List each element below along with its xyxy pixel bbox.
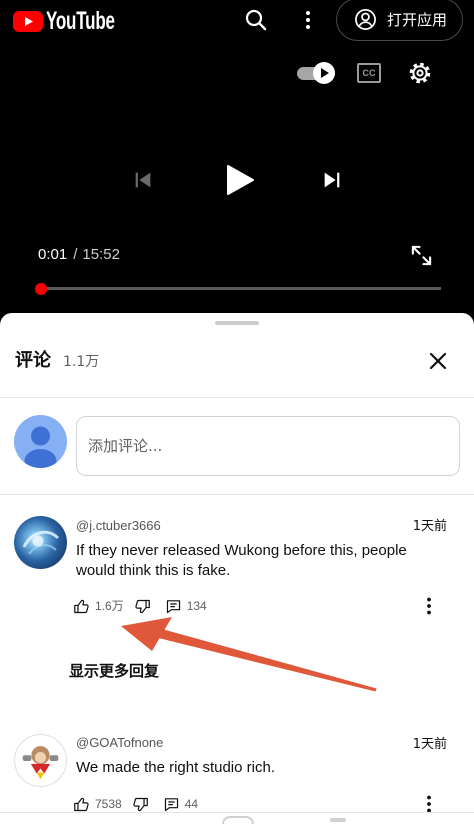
- comment-text: If they never released Wukong before thi…: [76, 542, 407, 579]
- sheet-drag-handle[interactable]: [215, 321, 259, 325]
- captions-icon[interactable]: CC: [357, 63, 381, 83]
- like-button[interactable]: 1.6万: [73, 597, 124, 615]
- comments-title: 评论: [15, 350, 51, 371]
- next-icon: [324, 172, 340, 188]
- progress-track[interactable]: [35, 282, 441, 295]
- comment-more-button[interactable]: [419, 794, 439, 814]
- current-time: 0:01: [38, 246, 68, 263]
- reply-count: 134: [186, 599, 207, 613]
- comment-more-button[interactable]: [419, 596, 439, 616]
- video-player[interactable]: CC 0:01 /15:52: [0, 47, 474, 347]
- reply-icon: [166, 599, 180, 613]
- open-app-label: 打开应用: [387, 11, 448, 29]
- fullscreen-button[interactable]: [410, 244, 433, 267]
- previous-button[interactable]: [132, 169, 154, 191]
- logo-text: YouTube: [46, 7, 115, 35]
- current-user-avatar: [14, 415, 67, 468]
- reply-button[interactable]: 44: [163, 795, 198, 813]
- comments-sheet: 评论 1.1万 @j.ctuber3666 1天前 If they never …: [0, 313, 474, 824]
- comment-time: 1天前: [412, 519, 447, 534]
- search-icon: [245, 9, 267, 31]
- comment-text: We made the right studio rich.: [76, 759, 275, 776]
- dislike-button[interactable]: [134, 597, 151, 615]
- next-button[interactable]: [321, 169, 343, 191]
- dislike-button[interactable]: [132, 795, 149, 813]
- comment-author[interactable]: @j.ctuber3666: [76, 517, 161, 535]
- play-button[interactable]: [224, 164, 256, 196]
- comment-author-avatar[interactable]: [14, 734, 67, 787]
- thumb-up-icon: [74, 797, 89, 811]
- close-button[interactable]: [428, 351, 448, 371]
- youtube-logo[interactable]: YouTube: [13, 7, 121, 37]
- composer-divider: [0, 494, 474, 495]
- more-options-button[interactable]: [298, 8, 318, 32]
- close-icon: [429, 352, 447, 370]
- more-vert-icon: [427, 597, 431, 615]
- previous-icon: [135, 172, 151, 188]
- comment-author-avatar[interactable]: [14, 516, 67, 569]
- top-bar: YouTube 打开应用: [0, 0, 474, 47]
- thumb-down-icon: [135, 599, 150, 613]
- header-divider: [0, 397, 474, 398]
- autoplay-toggle-icon[interactable]: [313, 62, 335, 84]
- fullscreen-icon: [411, 245, 432, 266]
- progress-scrubber[interactable]: [35, 282, 48, 295]
- comments-count: 1.1万: [63, 354, 100, 370]
- youtube-logo-icon: [13, 11, 43, 32]
- time-separator: /: [73, 246, 78, 263]
- thumb-down-icon: [133, 797, 148, 811]
- comment-input[interactable]: [76, 416, 460, 476]
- comment-time: 1天前: [412, 737, 447, 752]
- comment-author[interactable]: @GOATofnone: [76, 734, 163, 752]
- bottom-bar-partial-shape: [330, 818, 346, 822]
- more-vert-icon: [427, 795, 431, 813]
- time-display: 0:01 /15:52: [38, 245, 120, 265]
- bottom-bar-partial-circle: [222, 816, 254, 824]
- gear-icon: [409, 62, 431, 84]
- bottom-divider: [0, 812, 474, 813]
- account-icon: [354, 8, 377, 31]
- comment-item: @GOATofnone 1天前 We made the right studio…: [0, 734, 474, 816]
- comment-actions: 1.6万 134: [73, 597, 207, 615]
- comment-actions: 7538 44: [73, 795, 198, 813]
- reply-icon: [164, 797, 178, 811]
- like-button[interactable]: 7538: [73, 795, 122, 813]
- search-button[interactable]: [244, 8, 268, 32]
- comment-item: @j.ctuber3666 1天前 If they never released…: [0, 516, 474, 686]
- settings-button[interactable]: [408, 61, 432, 85]
- show-more-replies-button[interactable]: 显示更多回复: [69, 661, 159, 681]
- duration: 15:52: [82, 246, 120, 263]
- reply-count: 44: [184, 797, 199, 811]
- reply-button[interactable]: 134: [165, 597, 207, 615]
- open-app-button[interactable]: 打开应用: [336, 0, 463, 41]
- like-count: 7538: [95, 797, 122, 811]
- like-count: 1.6万: [95, 599, 124, 613]
- thumb-up-icon: [74, 599, 89, 613]
- play-icon: [227, 165, 254, 195]
- more-vert-icon: [306, 11, 310, 29]
